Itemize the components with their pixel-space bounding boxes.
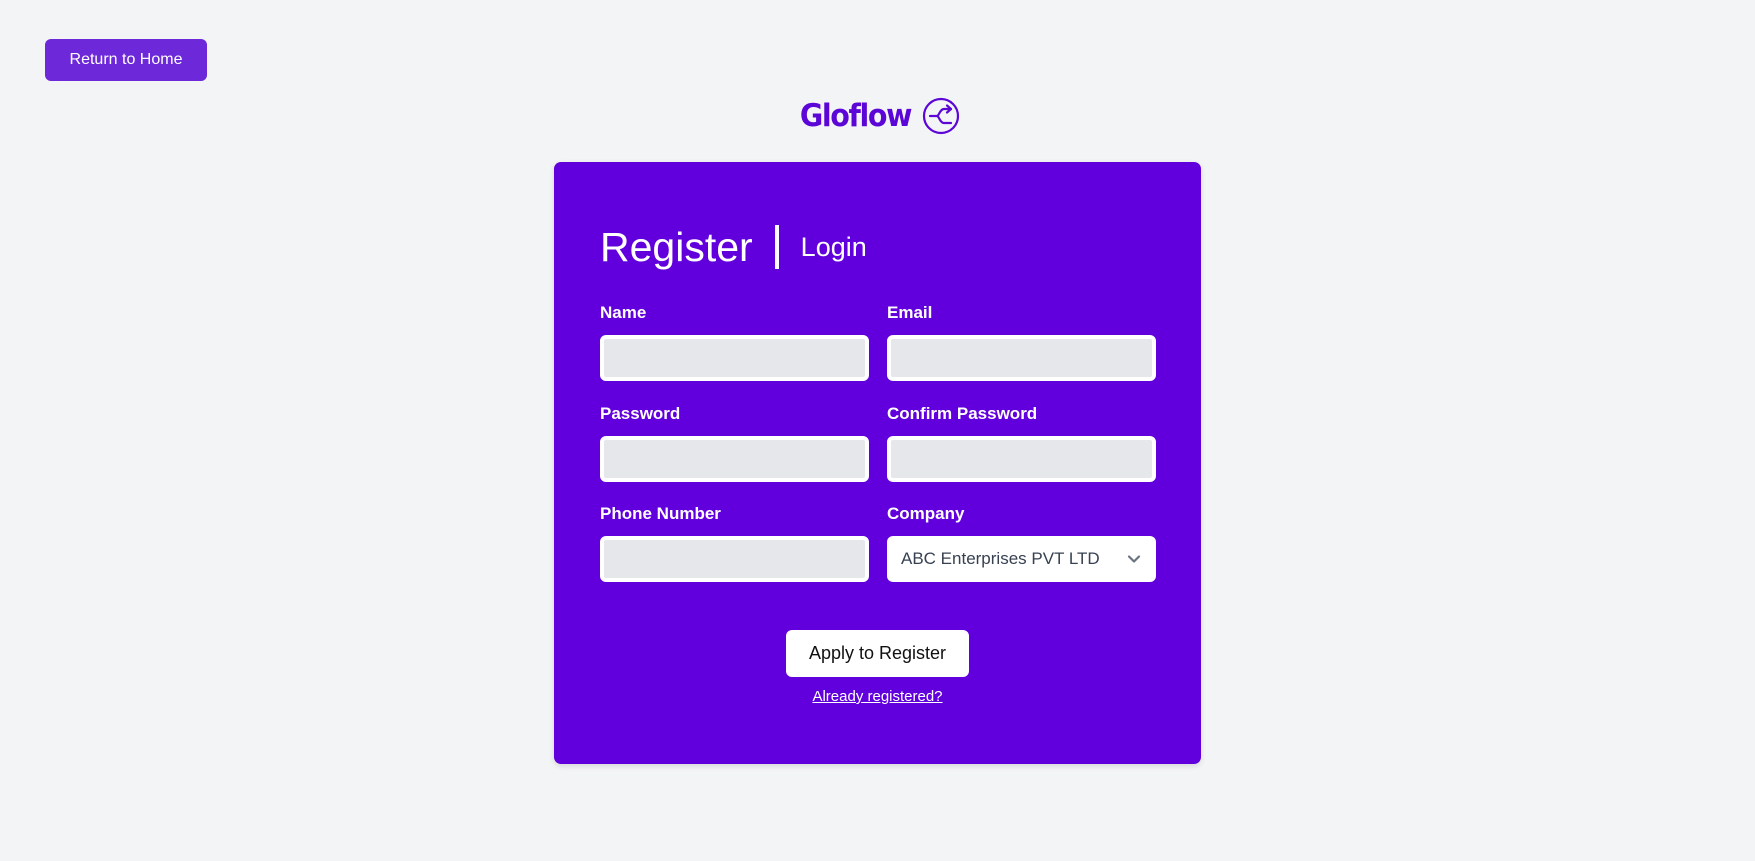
- company-select[interactable]: ABC Enterprises PVT LTD: [887, 536, 1156, 582]
- phone-number-field[interactable]: [600, 536, 869, 582]
- confirm-password-field[interactable]: [887, 436, 1156, 482]
- apply-to-register-button[interactable]: Apply to Register: [786, 630, 969, 677]
- already-registered-link[interactable]: Already registered?: [554, 688, 1201, 705]
- brand-logo: Gloflow: [0, 95, 1755, 137]
- company-label: Company: [887, 504, 965, 523]
- return-to-home-button[interactable]: Return to Home: [45, 39, 207, 81]
- email-label: Email: [887, 303, 933, 322]
- password-label: Password: [600, 404, 681, 423]
- share-flow-icon: [922, 97, 960, 135]
- name-label: Name: [600, 303, 647, 322]
- password-field[interactable]: [600, 436, 869, 482]
- email-field[interactable]: [887, 335, 1156, 381]
- name-field[interactable]: [600, 335, 869, 381]
- tab-register[interactable]: Register: [600, 224, 753, 271]
- confirm-password-label: Confirm Password: [887, 404, 1038, 423]
- register-card: Register Login Name Email Password Confi…: [554, 162, 1201, 764]
- brand-name: Gloflow: [799, 98, 913, 134]
- company-selected-value: ABC Enterprises PVT LTD: [901, 549, 1100, 568]
- tab-divider: [774, 225, 779, 269]
- auth-tabs: Register Login: [600, 222, 867, 272]
- chevron-down-icon: [1126, 551, 1142, 567]
- tab-login[interactable]: Login: [801, 232, 867, 263]
- phone-number-label: Phone Number: [600, 504, 721, 523]
